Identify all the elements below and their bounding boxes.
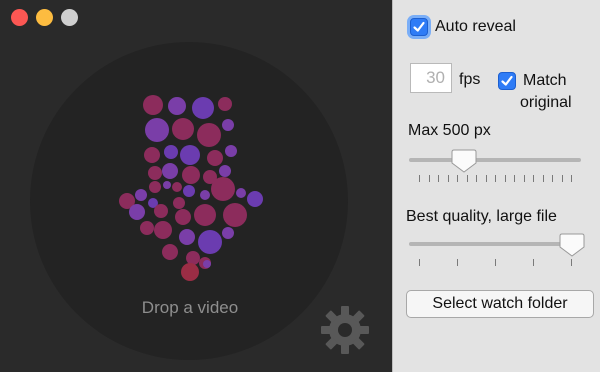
slider-tick (514, 175, 515, 182)
slider-tick (467, 175, 468, 182)
fps-input[interactable]: 30 (410, 63, 452, 93)
slider-tick (448, 175, 449, 182)
slider-ticks (409, 259, 581, 267)
window-controls (11, 9, 78, 26)
slider-tick (505, 175, 506, 182)
select-watch-folder-button[interactable]: Select watch folder (406, 290, 594, 318)
auto-reveal-checkbox[interactable] (410, 18, 428, 36)
zoom-window-button[interactable] (61, 9, 78, 26)
slider-track (409, 158, 581, 162)
slider-ticks (409, 175, 581, 183)
fps-label: fps (459, 71, 481, 88)
gear-icon[interactable] (318, 303, 372, 357)
slider-tick (486, 175, 487, 182)
app-window: Drop a video Auto reveal 30 fps Match or… (0, 0, 600, 372)
slider-tick (533, 175, 534, 182)
slider-tick (438, 175, 439, 182)
checkmark-icon (501, 75, 513, 86)
drop-instruction-text: Drop a video (141, 298, 239, 317)
slider-knob[interactable] (451, 149, 477, 173)
match-original-checkbox[interactable] (498, 72, 516, 90)
slider-tick (571, 175, 572, 182)
quality-label: Best quality, large file (406, 208, 557, 225)
close-window-button[interactable] (11, 9, 28, 26)
minimize-window-button[interactable] (36, 9, 53, 26)
slider-tick (419, 259, 420, 266)
slider-tick (429, 175, 430, 182)
slider-tick (457, 259, 458, 266)
auto-reveal-label: Auto reveal (435, 18, 516, 35)
match-original-label-line1: Match (523, 72, 567, 89)
slider-tick (457, 175, 458, 182)
max-size-label: Max 500 px (408, 122, 491, 139)
slider-tick (571, 259, 572, 266)
slider-tick (495, 259, 496, 266)
settings-panel: Auto reveal 30 fps Match original Max 50… (392, 0, 600, 372)
slider-tick (495, 175, 496, 182)
slider-tick (543, 175, 544, 182)
slider-tick (562, 175, 563, 182)
slider-tick (552, 175, 553, 182)
slider-tick (419, 175, 420, 182)
slider-track (409, 242, 581, 246)
slider-tick (476, 175, 477, 182)
drop-zone-area[interactable]: Drop a video (0, 0, 392, 372)
quality-slider[interactable] (409, 233, 585, 269)
max-size-slider[interactable] (409, 149, 581, 185)
slider-tick (533, 259, 534, 266)
drop-arrow-icon (119, 95, 263, 281)
match-original-label-line2: original (520, 94, 572, 111)
slider-knob[interactable] (559, 233, 585, 257)
checkmark-icon (413, 21, 425, 32)
slider-tick (524, 175, 525, 182)
